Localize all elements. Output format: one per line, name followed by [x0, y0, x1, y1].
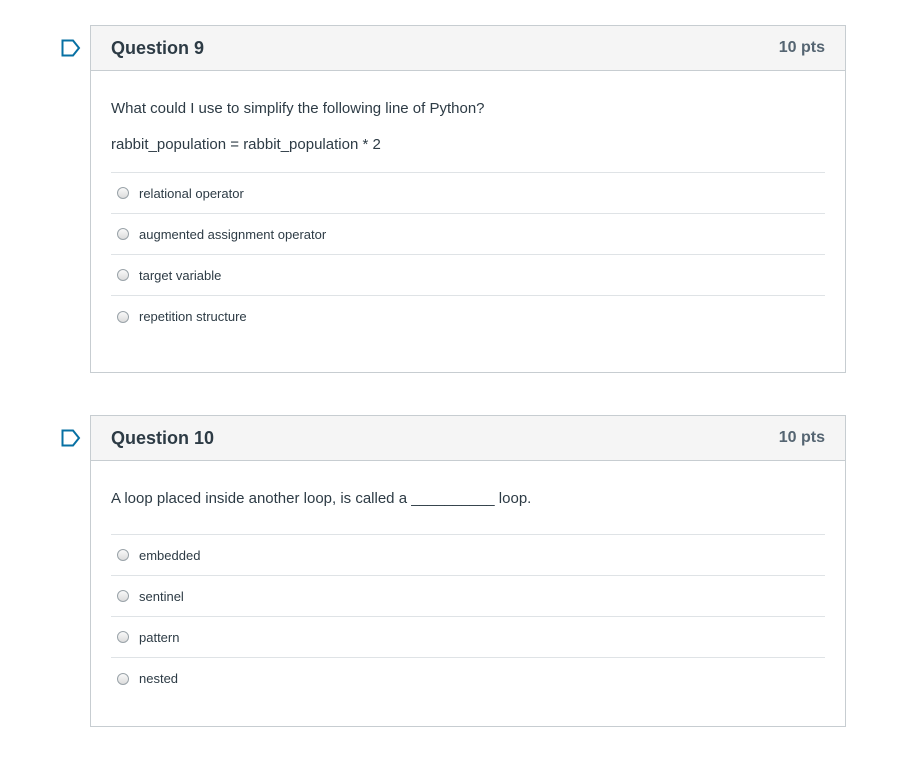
answer-label[interactable]: nested: [139, 671, 178, 686]
question-card-9: Question 9 10 pts What could I use to si…: [61, 25, 846, 373]
answer-label[interactable]: repetition structure: [139, 309, 247, 324]
answer-option[interactable]: target variable: [111, 255, 825, 296]
answer-label[interactable]: embedded: [139, 548, 200, 563]
answer-label[interactable]: sentinel: [139, 589, 184, 604]
radio-button[interactable]: [117, 187, 129, 199]
question-header: Question 10 10 pts: [91, 416, 845, 461]
radio-button[interactable]: [117, 590, 129, 602]
answer-option[interactable]: repetition structure: [111, 296, 825, 337]
question-card-10: Question 10 10 pts A loop placed inside …: [61, 415, 846, 727]
question-points: 10 pts: [778, 39, 825, 56]
radio-button[interactable]: [117, 672, 129, 685]
answer-option[interactable]: augmented assignment operator: [111, 214, 825, 255]
answer-list: relational operator augmented assignment…: [111, 172, 825, 337]
question-points: 10 pts: [778, 429, 825, 446]
answer-option[interactable]: relational operator: [111, 173, 825, 214]
answer-option[interactable]: sentinel: [111, 576, 825, 617]
answer-label[interactable]: target variable: [139, 268, 221, 283]
flag-question-icon[interactable]: [61, 39, 81, 57]
answer-label[interactable]: augmented assignment operator: [139, 227, 326, 242]
question-code-line: rabbit_population = rabbit_population * …: [111, 136, 381, 153]
radio-button[interactable]: [117, 549, 129, 561]
answer-label[interactable]: pattern: [139, 630, 179, 645]
radio-button[interactable]: [117, 269, 129, 281]
answer-option[interactable]: embedded: [111, 535, 825, 576]
question-title: Question 10: [111, 427, 215, 448]
question-text: What could I use to simplify the followi…: [111, 100, 485, 117]
question-title: Question 9: [111, 37, 205, 58]
answer-option[interactable]: pattern: [111, 617, 825, 658]
flag-question-icon[interactable]: [61, 429, 81, 447]
answer-list: embedded sentinel pattern nested: [111, 534, 825, 699]
answer-label[interactable]: relational operator: [139, 186, 244, 201]
radio-button[interactable]: [117, 631, 129, 643]
radio-button[interactable]: [117, 228, 129, 240]
answer-option[interactable]: nested: [111, 658, 825, 699]
question-header: Question 9 10 pts: [91, 26, 845, 71]
question-body: A loop placed inside another loop, is ca…: [91, 461, 845, 699]
question-text: A loop placed inside another loop, is ca…: [111, 490, 532, 507]
radio-button[interactable]: [117, 310, 129, 323]
question-body: What could I use to simplify the followi…: [91, 71, 845, 337]
